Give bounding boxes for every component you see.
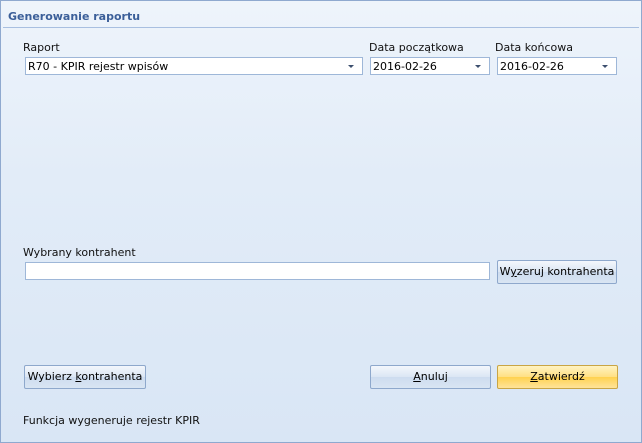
choose-contractor-label-suffix: ontrahenta	[81, 370, 143, 383]
status-text: Funkcja wygeneruje rejestr KPIR	[23, 414, 200, 427]
choose-contractor-label-prefix: Wybierz	[27, 370, 76, 383]
confirm-label-accel: Z	[530, 370, 538, 383]
reset-contractor-label-prefix: W	[499, 265, 511, 278]
report-combo[interactable]: R70 - KPIR rejestr wpisów	[25, 57, 363, 75]
date-end-picker[interactable]: 2016-02-26	[497, 57, 617, 75]
cancel-label-suffix: nuluj	[420, 370, 448, 383]
group-divider	[3, 27, 639, 28]
chevron-down-icon[interactable]	[474, 61, 484, 71]
date-start-value: 2016-02-26	[373, 60, 437, 73]
choose-contractor-button[interactable]: Wybierz kontrahenta	[24, 365, 146, 389]
group-title: Generowanie raportu	[8, 10, 141, 23]
chevron-down-icon[interactable]	[601, 61, 611, 71]
date-start-label: Data początkowa	[369, 41, 464, 54]
reset-contractor-label-suffix: zeruj kontrahenta	[516, 265, 615, 278]
reset-contractor-button[interactable]: Wyzeruj kontrahenta	[497, 260, 617, 284]
report-value: R70 - KPIR rejestr wpisów	[28, 60, 169, 73]
contractor-label: Wybrany kontrahent	[23, 246, 136, 259]
report-generation-window: Generowanie raportu Raport R70 - KPIR re…	[0, 0, 642, 443]
confirm-button[interactable]: Zatwierdź	[497, 365, 618, 389]
date-start-picker[interactable]: 2016-02-26	[370, 57, 490, 75]
chevron-down-icon[interactable]	[347, 61, 357, 71]
confirm-label-suffix: atwierdź	[537, 370, 585, 383]
cancel-button[interactable]: Anuluj	[370, 365, 491, 389]
report-label: Raport	[23, 41, 60, 54]
date-end-value: 2016-02-26	[500, 60, 564, 73]
cancel-label-accel: A	[413, 370, 421, 383]
date-end-label: Data końcowa	[495, 41, 573, 54]
contractor-field[interactable]	[25, 262, 490, 280]
